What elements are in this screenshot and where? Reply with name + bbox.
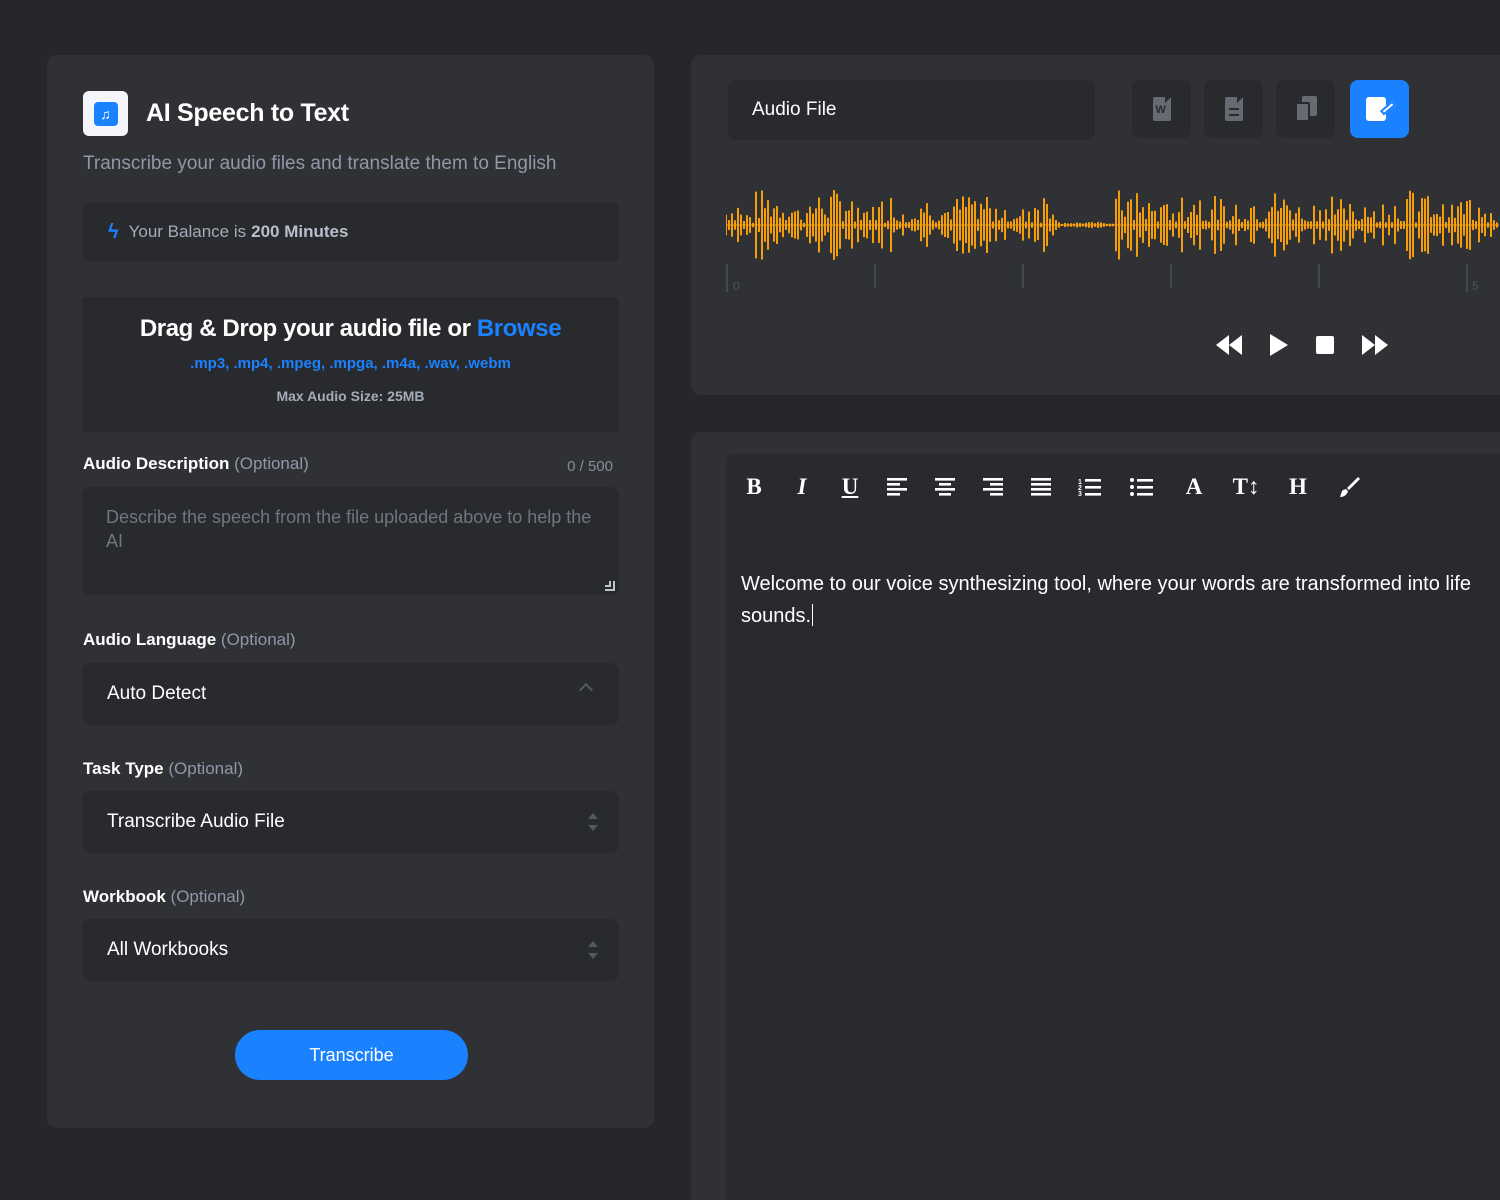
svg-text:3: 3 <box>1078 491 1082 497</box>
workbook-optional: (Optional) <box>170 887 246 906</box>
resize-handle[interactable] <box>605 581 615 591</box>
task-type-label-text: Task Type <box>83 759 164 778</box>
settings-panel: ♫ AI Speech to Text Transcribe your audi… <box>47 55 654 1128</box>
text-caret <box>812 604 814 626</box>
workbook-label: Workbook (Optional) <box>83 887 245 907</box>
edit-doc-icon <box>1365 97 1396 121</box>
copy-button[interactable] <box>1276 80 1335 138</box>
font-size-icon[interactable]: T↕ <box>1232 473 1260 501</box>
balance-banner: ϟ Your Balance is 200 Minutes <box>82 202 619 262</box>
task-type-select[interactable]: Transcribe Audio File <box>82 791 619 853</box>
word-doc-icon: W <box>1152 97 1171 121</box>
app-header: ♫ AI Speech to Text <box>83 91 349 136</box>
app-logo: ♫ <box>83 91 128 136</box>
max-size-note: Max Audio Size: 25MB <box>276 388 425 404</box>
playback-controls <box>1216 333 1416 357</box>
description-label-text: Audio Description <box>83 454 230 473</box>
description-textarea[interactable]: Describe the speech from the file upload… <box>82 487 619 595</box>
description-counter: 0 / 500 <box>567 458 613 475</box>
transcript-text: Welcome to our voice synthesizing tool, … <box>741 573 1471 627</box>
select-arrows-icon <box>587 941 599 959</box>
bolt-icon: ϟ <box>108 220 119 243</box>
font-color-icon[interactable]: A <box>1180 473 1208 501</box>
align-left-icon[interactable] <box>884 473 912 501</box>
audio-timeline: 0 5 <box>726 260 1500 300</box>
task-type-value: Transcribe Audio File <box>107 811 285 832</box>
editor-toolbar: B I U 123 A T↕ H <box>740 472 1384 502</box>
timeline-label-start: 0 <box>733 279 740 293</box>
language-label-text: Audio Language <box>83 630 217 649</box>
align-justify-icon[interactable] <box>1028 473 1056 501</box>
balance-prefix: Your Balance is <box>128 222 247 241</box>
download-text-button[interactable] <box>1204 80 1263 138</box>
app-subtitle: Transcribe your audio files and translat… <box>83 153 557 174</box>
select-arrows-icon <box>587 813 599 831</box>
app-title: AI Speech to Text <box>146 99 349 127</box>
description-placeholder: Describe the speech from the file upload… <box>106 507 592 551</box>
ordered-list-icon[interactable]: 123 <box>1076 473 1104 501</box>
audio-waveform[interactable] <box>726 185 1500 265</box>
stop-icon <box>1316 336 1334 354</box>
italic-icon[interactable]: I <box>788 473 816 501</box>
language-optional: (Optional) <box>220 630 296 649</box>
description-optional: (Optional) <box>234 454 309 473</box>
balance-value: 200 Minutes <box>251 222 349 241</box>
brush-icon[interactable] <box>1336 473 1364 501</box>
description-label: Audio Description (Optional) <box>83 454 309 474</box>
transcript-editor[interactable]: B I U 123 A T↕ H Welcome to our voice sy… <box>726 454 1500 1200</box>
task-type-optional: (Optional) <box>168 759 244 778</box>
align-center-icon[interactable] <box>932 473 960 501</box>
copy-icon <box>1293 96 1319 122</box>
heading-icon[interactable]: H <box>1284 473 1312 501</box>
language-select[interactable]: Auto Detect <box>82 663 619 725</box>
audio-player-panel: Audio File W 0 5 <box>691 55 1500 395</box>
timeline-label-end: 5 <box>1472 279 1479 293</box>
language-value: Auto Detect <box>107 683 207 704</box>
music-file-icon: ♫ <box>93 101 118 126</box>
stop-button[interactable] <box>1316 333 1334 357</box>
underline-icon[interactable]: U <box>836 473 864 501</box>
transcript-editor-panel: B I U 123 A T↕ H Welcome to our voice sy… <box>691 432 1500 1200</box>
workbook-value: All Workbooks <box>107 939 229 960</box>
fast-forward-button[interactable] <box>1362 333 1388 357</box>
audio-file-field: Audio File <box>728 80 1095 140</box>
browse-link[interactable]: Browse <box>477 315 562 342</box>
unordered-list-icon[interactable] <box>1128 473 1156 501</box>
workbook-label-text: Workbook <box>83 887 166 906</box>
text-doc-icon <box>1224 97 1243 121</box>
fast-forward-icon <box>1362 335 1388 355</box>
dropzone-title: Drag & Drop your audio file or Browse <box>82 315 619 343</box>
dropzone-title-text: Drag & Drop your audio file or <box>139 315 471 342</box>
chevron-up-icon <box>578 682 594 698</box>
rewind-button[interactable] <box>1216 333 1242 357</box>
play-button[interactable] <box>1270 333 1288 357</box>
edit-button[interactable] <box>1350 80 1409 138</box>
supported-formats: .mp3, .mp4, .mpeg, .mpga, .m4a, .wav, .w… <box>190 355 511 372</box>
language-label: Audio Language (Optional) <box>83 630 296 650</box>
play-icon <box>1270 334 1288 356</box>
align-right-icon[interactable] <box>980 473 1008 501</box>
bold-icon[interactable]: B <box>740 473 768 501</box>
download-word-button[interactable]: W <box>1132 80 1191 138</box>
transcribe-button[interactable]: Transcribe <box>235 1030 468 1080</box>
rewind-icon <box>1216 335 1242 355</box>
workbook-select[interactable]: All Workbooks <box>82 919 619 981</box>
audio-dropzone[interactable]: Drag & Drop your audio file or Browse .m… <box>82 297 619 432</box>
task-type-label: Task Type (Optional) <box>83 759 243 779</box>
transcript-content[interactable]: Welcome to our voice synthesizing tool, … <box>741 568 1500 632</box>
